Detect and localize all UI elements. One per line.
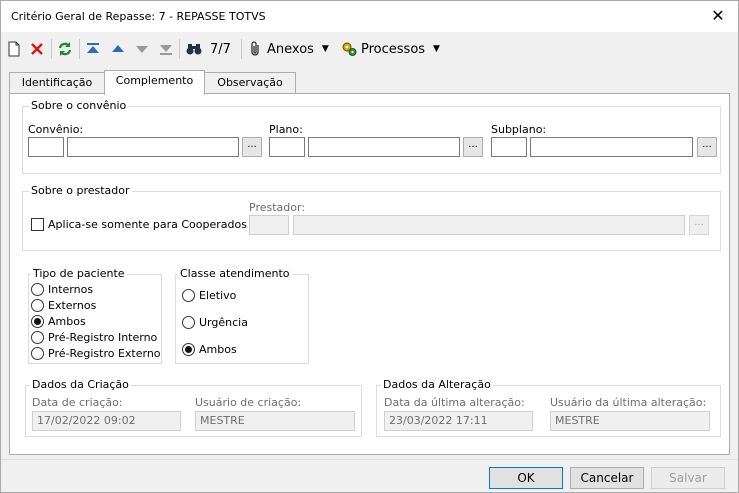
radio-urgencia[interactable] xyxy=(182,316,195,329)
radio-externos-label: Externos xyxy=(48,299,97,312)
plano-code-input[interactable] xyxy=(269,137,305,157)
dialog-window: Critério Geral de Repasse: 7 - REPASSE T… xyxy=(0,0,739,493)
processos-label: Processos xyxy=(361,41,426,57)
toolbar-separator xyxy=(79,39,80,59)
subplano-code-input[interactable] xyxy=(491,137,527,157)
dados-criacao-title: Dados da Criação xyxy=(30,378,131,391)
tipo-paciente-title: Tipo de paciente xyxy=(31,267,127,280)
prestador-code-input[interactable] xyxy=(249,215,289,235)
anexos-menu-button[interactable]: Anexos ▼ xyxy=(249,38,329,60)
previous-record-icon[interactable] xyxy=(111,38,125,60)
plano-lookup-button[interactable]: ... xyxy=(463,137,483,157)
usuario-criacao-label: Usuário de criação: xyxy=(195,396,302,409)
dados-alteracao-title: Dados da Alteração xyxy=(381,378,493,391)
usuario-criacao-field: MESTRE xyxy=(195,411,355,431)
convenio-label: Convênio: xyxy=(28,123,84,136)
convenio-code-input[interactable] xyxy=(28,137,64,157)
tab-identificacao[interactable]: Identificação xyxy=(9,72,105,93)
usuario-alteracao-field: MESTRE xyxy=(550,411,710,431)
radio-internos-label: Internos xyxy=(48,283,94,296)
footer-divider xyxy=(1,459,738,460)
radio-pre-registro-externo-label: Pré-Registro Externo xyxy=(48,347,161,360)
classe-atendimento-title: Classe atendimento xyxy=(178,267,292,280)
radio-pre-registro-interno-label: Pré-Registro Interno xyxy=(48,331,158,344)
window-title: Critério Geral de Repasse: 7 - REPASSE T… xyxy=(11,10,266,23)
prestador-group-title: Sobre o prestador xyxy=(29,184,132,197)
data-alteracao-label: Data da última alteração: xyxy=(384,396,525,409)
close-icon[interactable]: ✕ xyxy=(708,6,728,26)
toolbar-separator xyxy=(51,39,52,59)
binoculars-icon[interactable] xyxy=(186,38,202,60)
radio-ambos-classe-label: Ambos xyxy=(199,343,237,356)
ok-button[interactable]: OK xyxy=(489,467,563,489)
data-criacao-label: Data de criação: xyxy=(32,396,123,409)
chevron-down-icon: ▼ xyxy=(321,44,329,54)
first-record-icon[interactable] xyxy=(86,38,100,60)
radio-ambos-classe[interactable] xyxy=(182,343,195,356)
radio-urgencia-label: Urgência xyxy=(199,316,248,329)
subplano-name-input[interactable] xyxy=(530,137,693,157)
title-bar: Critério Geral de Repasse: 7 - REPASSE T… xyxy=(1,1,738,32)
anexos-label: Anexos xyxy=(267,41,314,57)
gears-icon xyxy=(342,42,357,56)
prestador-name-input[interactable] xyxy=(293,215,685,235)
subplano-lookup-button[interactable]: ... xyxy=(697,137,717,157)
next-record-icon[interactable] xyxy=(135,38,149,60)
radio-externos[interactable] xyxy=(31,299,44,312)
prestador-lookup-button[interactable]: ... xyxy=(689,215,709,235)
plano-name-input[interactable] xyxy=(308,137,460,157)
toolbar: 7/7 Anexos ▼ Processos ▼ xyxy=(1,34,738,64)
tab-observacao[interactable]: Observação xyxy=(204,72,296,93)
radio-eletivo-label: Eletivo xyxy=(199,289,237,302)
data-criacao-field: 17/02/2022 09:02 xyxy=(32,411,181,431)
radio-pre-registro-externo[interactable] xyxy=(31,347,44,360)
prestador-label: Prestador: xyxy=(249,201,306,214)
subplano-label: Subplano: xyxy=(491,123,547,136)
convenio-name-input[interactable] xyxy=(67,137,239,157)
convenio-group-title: Sobre o convênio xyxy=(29,99,129,112)
last-record-icon[interactable] xyxy=(159,38,173,60)
radio-eletivo[interactable] xyxy=(182,289,195,302)
data-alteracao-field: 23/03/2022 17:11 xyxy=(384,411,533,431)
tab-complemento[interactable]: Complemento xyxy=(104,70,205,95)
record-counter: 7/7 xyxy=(206,38,231,60)
refresh-icon[interactable] xyxy=(57,38,73,60)
cooperados-checkbox-label: Aplica-se somente para Cooperados xyxy=(48,218,247,231)
delete-icon[interactable] xyxy=(30,38,44,60)
processos-menu-button[interactable]: Processos ▼ xyxy=(341,38,440,60)
cooperados-checkbox[interactable] xyxy=(31,218,44,231)
paperclip-icon xyxy=(251,41,259,56)
radio-ambos-paciente[interactable] xyxy=(31,315,44,328)
complemento-panel: Sobre o convênio Convênio: ... Plano: ..… xyxy=(9,93,730,455)
plano-label: Plano: xyxy=(269,123,303,136)
convenio-lookup-button[interactable]: ... xyxy=(242,137,262,157)
usuario-alteracao-label: Usuário da última alteração: xyxy=(550,396,707,409)
radio-ambos-paciente-label: Ambos xyxy=(48,315,86,328)
record-counter-text: 7/7 xyxy=(210,41,231,57)
chevron-down-icon: ▼ xyxy=(433,44,440,54)
cancel-button[interactable]: Cancelar xyxy=(570,467,644,489)
radio-pre-registro-interno[interactable] xyxy=(31,331,44,344)
toolbar-separator xyxy=(241,39,242,59)
toolbar-separator xyxy=(179,39,180,59)
save-button[interactable]: Salvar xyxy=(651,467,725,489)
new-document-icon[interactable] xyxy=(7,38,21,60)
radio-internos[interactable] xyxy=(31,283,44,296)
